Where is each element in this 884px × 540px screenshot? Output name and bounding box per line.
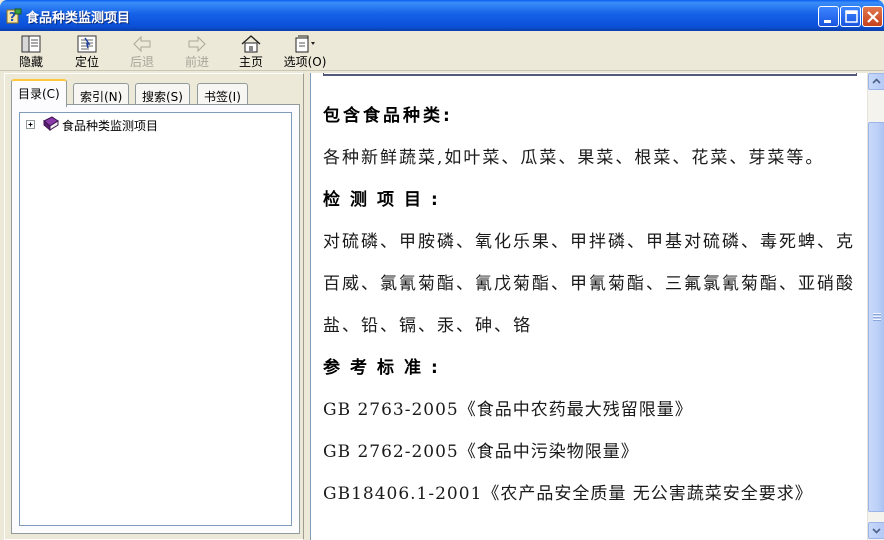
title-bar[interactable]: ? 食品种类监测项目: [0, 0, 884, 31]
home-icon: [241, 35, 261, 53]
help-file-icon: ?: [6, 8, 22, 24]
section-heading-food-types: 包含食品种类:: [323, 106, 453, 126]
plus-icon: [28, 122, 33, 127]
maximize-icon: [845, 10, 858, 23]
back-label: 后退: [129, 55, 154, 69]
section-heading-test-items: 检测项目:: [323, 190, 448, 210]
tree-item-label: 食品种类监测项目: [62, 119, 159, 133]
minimize-button[interactable]: [818, 6, 839, 27]
forward-label: 前进: [184, 55, 209, 69]
standard-ref-1: GB 2763-2005《食品中农药最大残留限量》: [323, 400, 693, 420]
close-button[interactable]: [862, 6, 883, 27]
close-icon: [867, 11, 879, 23]
tab-search-label: 搜索(S): [142, 90, 183, 104]
standard-ref-2: GB 2762-2005《食品中污染物限量》: [323, 442, 639, 462]
maximize-button[interactable]: [840, 6, 861, 27]
options-button[interactable]: 选项(O): [282, 34, 328, 69]
nav-tabs: 目录(C) 索引(N) 搜索(S) 书签(I): [11, 78, 301, 107]
hide-pane-icon: [21, 35, 41, 53]
contents-tree[interactable]: 食品种类监测项目: [19, 112, 292, 526]
table-border-remnant: [323, 73, 857, 76]
hide-label: 隐藏: [18, 55, 43, 69]
scroll-up-button[interactable]: [868, 73, 884, 90]
section-text-test-items: 对硫磷、甲胺磷、氧化乐果、甲拌磷、甲基对硫磷、毒死蜱、克百威、氯氰菊酯、氰戊菊酯…: [323, 232, 855, 336]
hide-button[interactable]: 隐藏: [8, 34, 54, 69]
tab-index-label: 索引(N): [80, 90, 123, 104]
arrow-down-icon: [872, 528, 881, 534]
section-text-food-types: 各种新鲜蔬菜,如叶菜、瓜菜、果菜、根菜、花菜、芽菜等。: [323, 148, 825, 168]
contents-tab-body: 食品种类监测项目: [11, 104, 300, 534]
back-arrow-icon: [133, 35, 151, 53]
expand-button[interactable]: [26, 120, 35, 129]
options-label: 选项(O): [283, 55, 327, 69]
window-title: 食品种类监测项目: [26, 11, 131, 26]
toolbar: 隐藏 定位 后退 前进 主页 选项(O): [0, 31, 884, 71]
thumb-grip: [873, 316, 881, 317]
scroll-thumb[interactable]: [868, 122, 884, 512]
locate-label: 定位: [74, 55, 99, 69]
tab-bookmarks-label: 书签(I): [204, 90, 241, 104]
locate-button[interactable]: 定位: [64, 34, 110, 69]
scroll-down-button[interactable]: [868, 522, 884, 539]
tab-contents-label: 目录(C): [18, 87, 60, 101]
minimize-icon: [824, 20, 831, 23]
tab-contents[interactable]: 目录(C): [11, 79, 67, 107]
home-label: 主页: [238, 55, 263, 69]
forward-arrow-icon: [188, 35, 206, 53]
topic-body: 包含食品种类: 各种新鲜蔬菜,如叶菜、瓜菜、果菜、根菜、花菜、芽菜等。 检测项目…: [323, 95, 859, 515]
back-button[interactable]: 后退: [119, 34, 165, 69]
home-button[interactable]: 主页: [228, 34, 274, 69]
vertical-scrollbar[interactable]: [867, 73, 884, 540]
forward-button[interactable]: 前进: [174, 34, 220, 69]
navigation-pane: 目录(C) 索引(N) 搜索(S) 书签(I) 食品种类监测项目: [4, 73, 304, 540]
locate-icon: [77, 35, 97, 53]
closed-book-icon: [43, 116, 59, 132]
standard-ref-3: GB18406.1-2001《农产品安全质量 无公害蔬菜安全要求》: [323, 484, 813, 504]
options-icon: [295, 35, 315, 53]
thumb-grip: [873, 319, 881, 320]
topic-content: 包含食品种类: 各种新鲜蔬菜,如叶菜、瓜菜、果菜、根菜、花菜、芽菜等。 检测项目…: [310, 73, 867, 540]
arrow-up-icon: [872, 78, 881, 84]
section-heading-standards: 参考标准:: [323, 358, 448, 378]
thumb-grip: [873, 313, 881, 314]
